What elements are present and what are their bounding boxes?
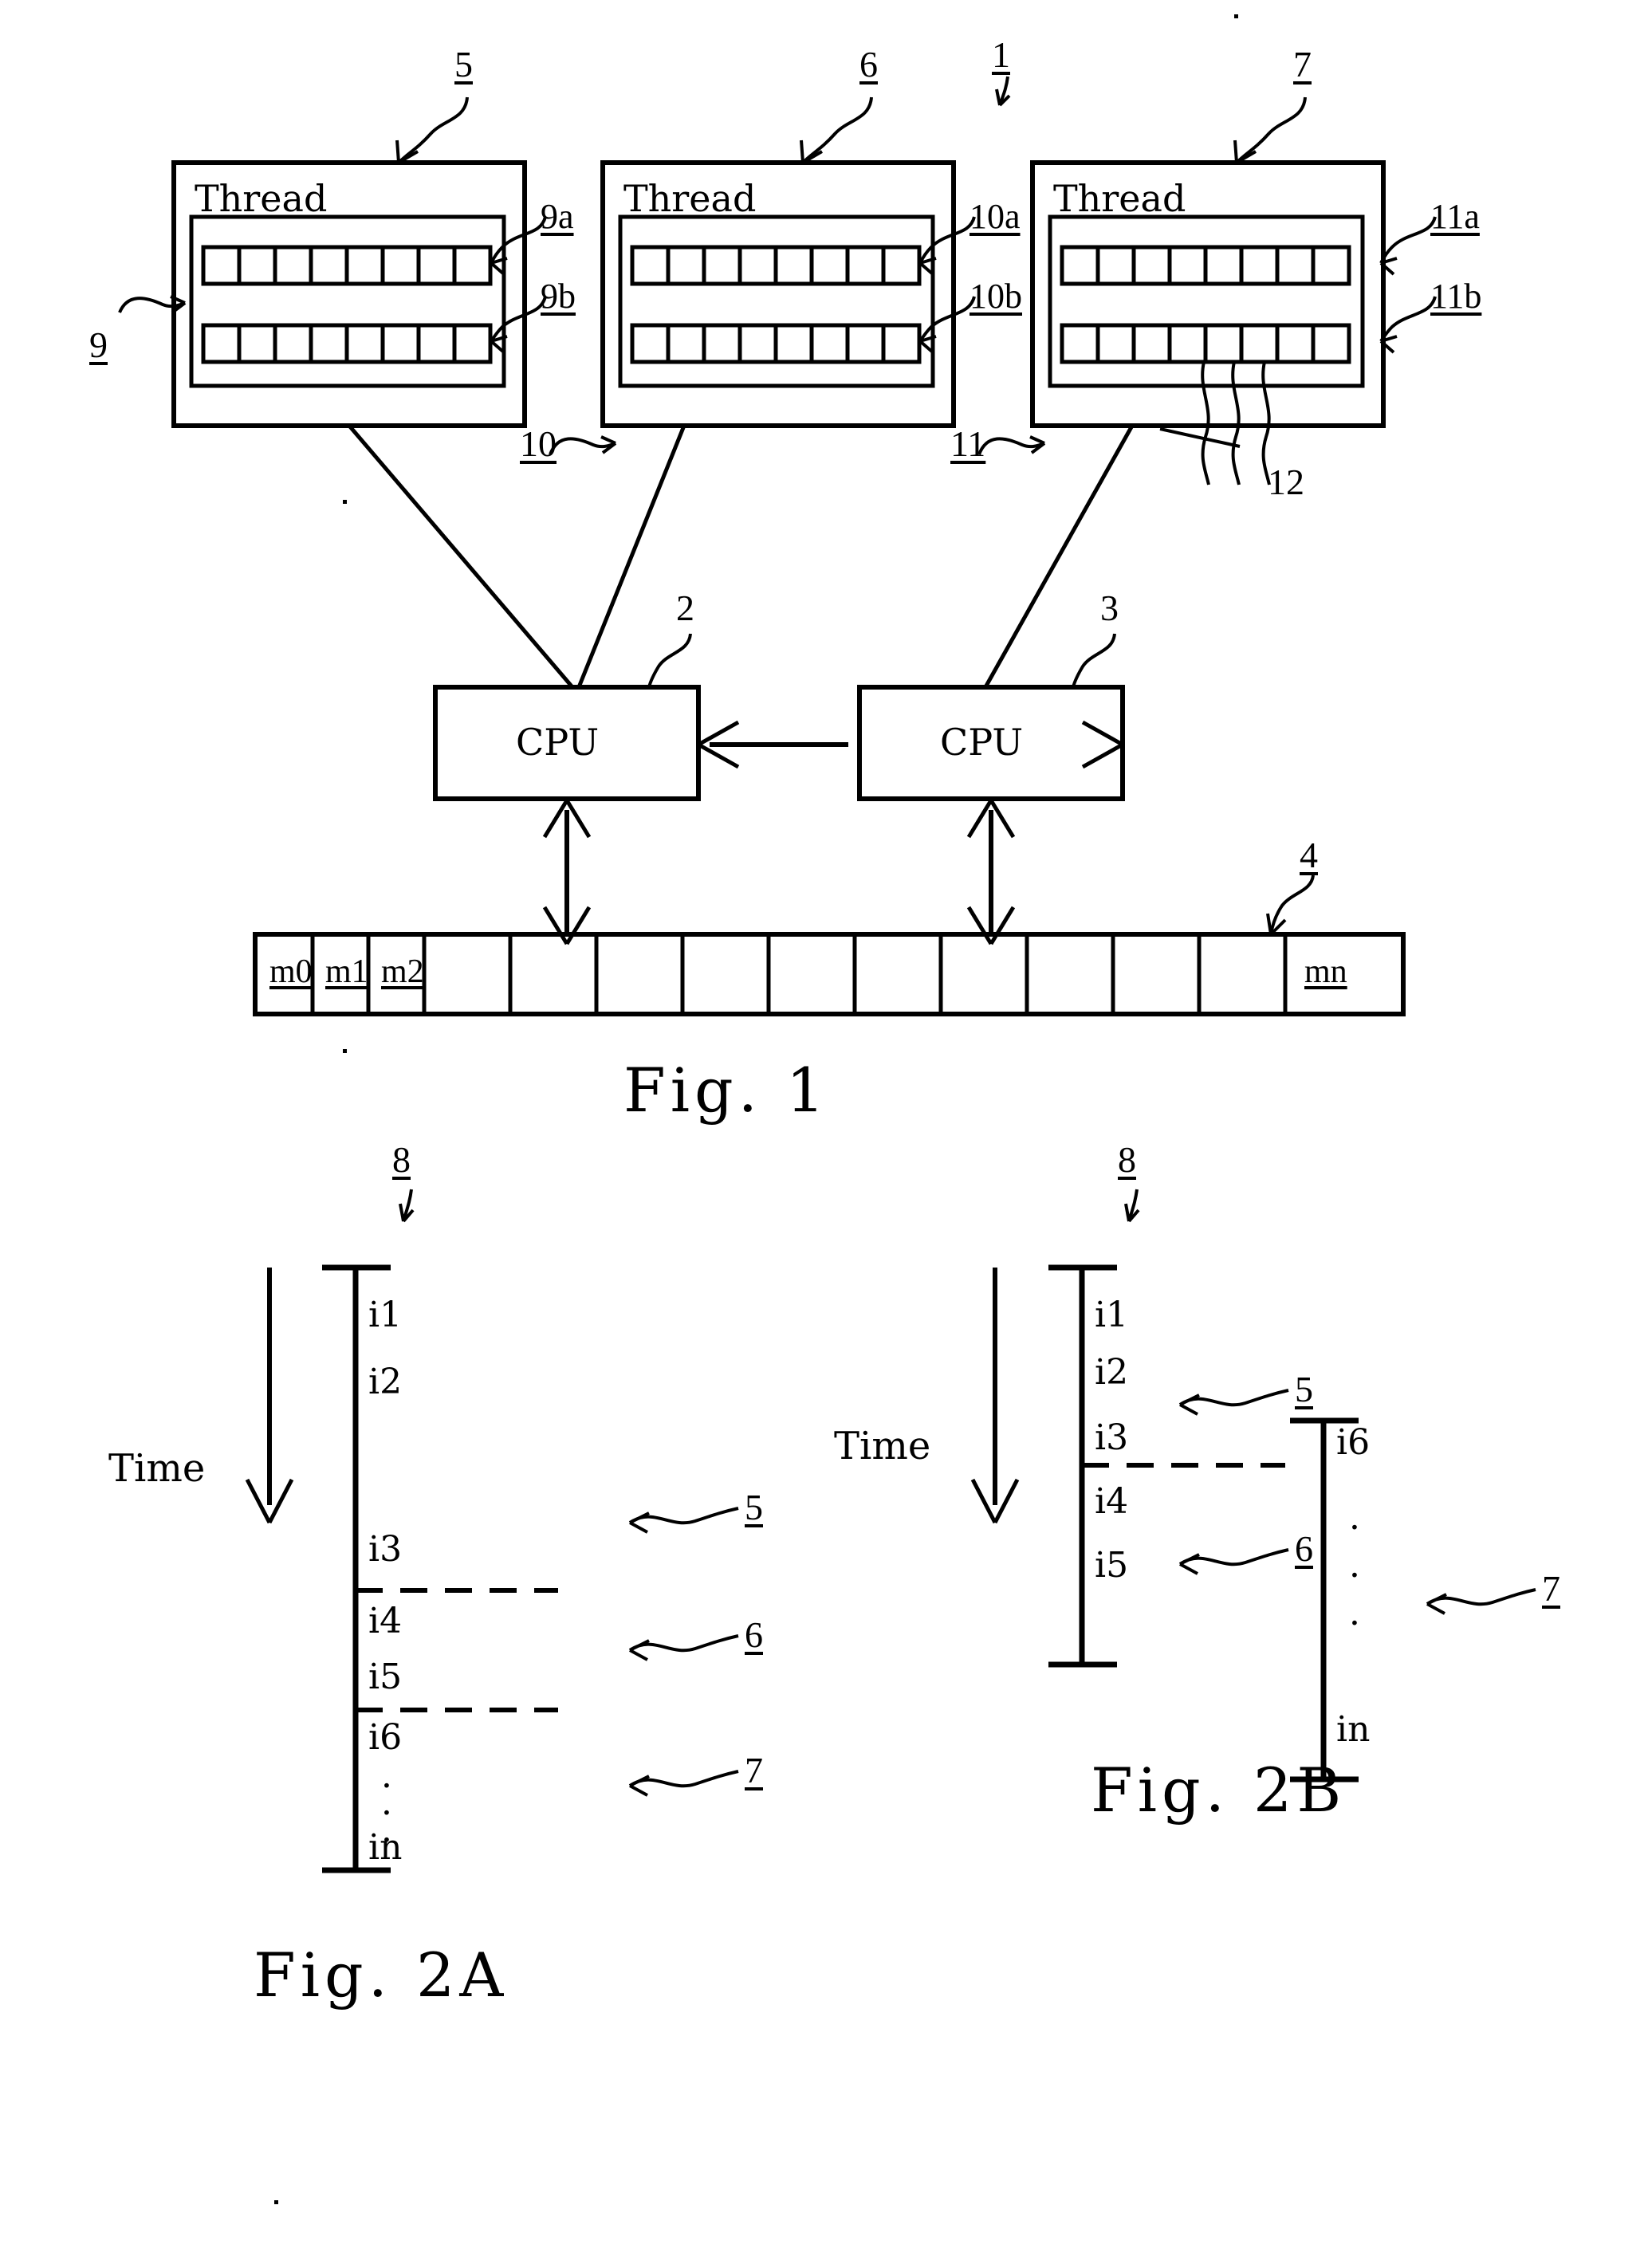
fig2b-ref-numeral-8: 8 [1118, 1139, 1136, 1180]
fig2b-instruction-i1: i1 [1095, 1295, 1129, 1335]
scan-speck-4 [1234, 14, 1238, 18]
fig2a-segment-ref-5: 5 [745, 1487, 763, 1527]
fig2b-instruction-i5: i5 [1095, 1545, 1129, 1586]
figure-caption-1: Fig. 1 [623, 1055, 830, 1126]
fig2b-segment-ref-5: 5 [1295, 1369, 1313, 1409]
figure-caption-2a: Fig. 2A [254, 1940, 509, 2011]
ref-numeral-7: 7 [1293, 44, 1312, 85]
ref-numeral-10: 10 [520, 423, 557, 464]
fig2a-ref-numeral-8: 8 [392, 1139, 411, 1180]
cpu-label-1: CPU [516, 721, 600, 764]
ref-numeral-11b: 11b [1430, 277, 1482, 316]
fig2b-time-label: Time [834, 1424, 931, 1468]
fig2b-segment-ref-7: 7 [1542, 1568, 1560, 1609]
ref-numeral-1: 1 [992, 34, 1010, 75]
ref-numeral-6: 6 [859, 44, 878, 85]
fig2a-ellipsis-3: · [381, 1820, 392, 1861]
memory-cell-mn: mn [1304, 953, 1347, 990]
memory-cell-m0: m0 [269, 953, 313, 990]
ref-numeral-9a: 9a [541, 197, 574, 236]
fig2a-instruction-i2: i2 [368, 1362, 403, 1402]
ref-numeral-11: 11 [950, 423, 986, 464]
fig2a-time-label: Time [108, 1446, 206, 1491]
fig2a-instruction-i3: i3 [368, 1529, 403, 1570]
ref-numeral-10a: 10a [970, 197, 1021, 236]
thread-title-1: Thread [195, 177, 328, 220]
fig2b-segment-ref-6: 6 [1295, 1528, 1313, 1569]
fig2b-ellipsis-3: · [1349, 1603, 1360, 1644]
fig2b-instruction-i3: i3 [1095, 1417, 1129, 1458]
ref-numeral-3: 3 [1100, 588, 1119, 628]
scan-speck-1 [343, 500, 347, 504]
memory-cell-m2: m2 [381, 953, 424, 990]
ref-numeral-11a: 11a [1430, 197, 1480, 236]
fig2a-instruction-i5: i5 [368, 1657, 403, 1697]
fig2a-segment-ref-6: 6 [745, 1614, 763, 1655]
linework-layer [118, 76, 1536, 1873]
fig2b-ellipsis-1: · [1349, 1507, 1360, 1548]
scan-speck-2 [343, 1049, 347, 1053]
scan-speck-3 [274, 2200, 278, 2204]
fig2b-instruction-in: in [1336, 1709, 1371, 1750]
fig2b-instruction-i2: i2 [1095, 1352, 1129, 1393]
figure-caption-2b: Fig. 2B [1091, 1755, 1347, 1826]
fig2a-instruction-i4: i4 [368, 1601, 403, 1641]
memory-cell-m1: m1 [325, 953, 368, 990]
fig2b-instruction-i6: i6 [1336, 1422, 1371, 1463]
ref-numeral-2: 2 [676, 588, 694, 628]
fig2a-instruction-i1: i1 [368, 1295, 403, 1335]
thread-title-2: Thread [623, 177, 757, 220]
fig2b-ellipsis-2: · [1349, 1555, 1360, 1596]
ref-numeral-10b: 10b [970, 277, 1022, 316]
cpu-label-2: CPU [940, 721, 1024, 764]
ref-numeral-12: 12 [1268, 462, 1304, 502]
ref-numeral-4: 4 [1300, 835, 1318, 875]
thread-title-3: Thread [1053, 177, 1186, 220]
fig2b-instruction-i4: i4 [1095, 1481, 1129, 1522]
ref-numeral-9b: 9b [541, 277, 576, 316]
fig2a-instruction-i6: i6 [368, 1717, 403, 1758]
ref-numeral-9: 9 [89, 324, 108, 365]
fig2a-segment-ref-7: 7 [745, 1750, 763, 1790]
ref-numeral-5: 5 [454, 44, 473, 85]
patent-drawing-sheet: 1 5 6 7 Thread Thread Thread 9a 9b 10a 1… [0, 0, 1648, 2268]
